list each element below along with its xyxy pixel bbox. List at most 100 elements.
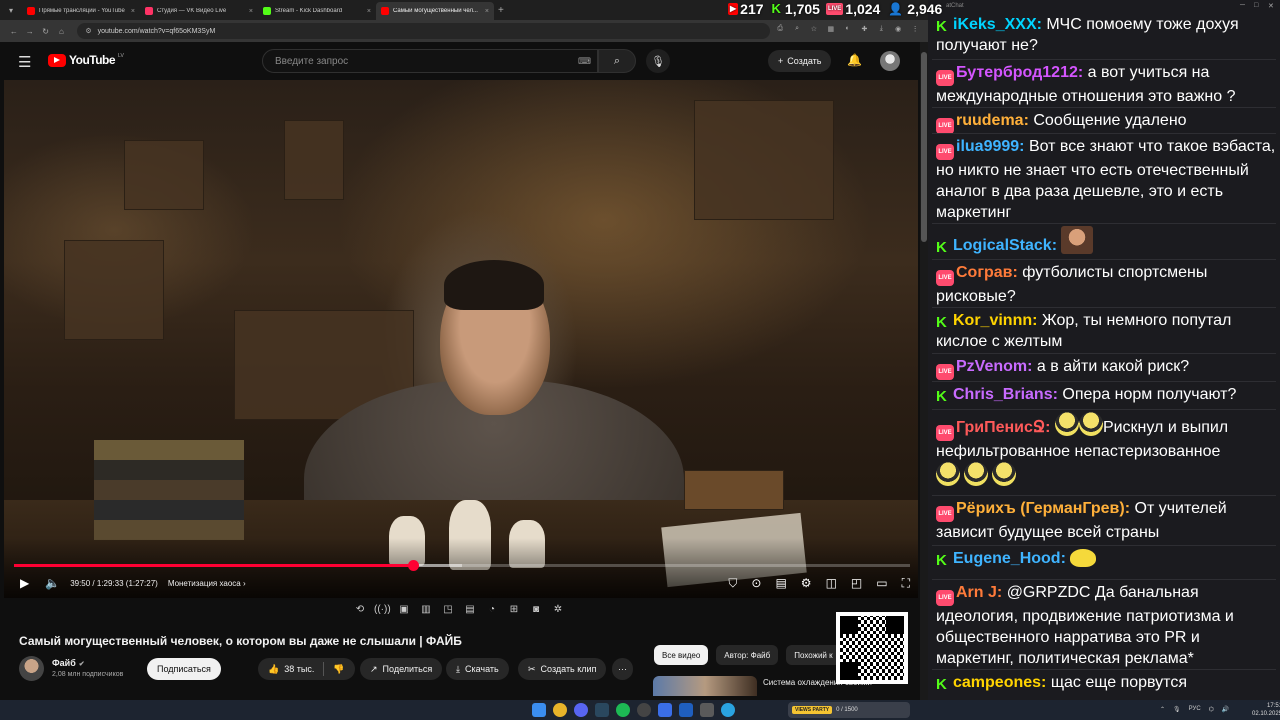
miniplayer-icon[interactable]: ◫ bbox=[826, 576, 837, 590]
tab-close-icon[interactable]: × bbox=[485, 8, 489, 15]
scrollbar-thumb[interactable] bbox=[921, 52, 927, 242]
obs-icon[interactable] bbox=[637, 703, 651, 717]
browser-tab-kick-dashboard[interactable]: Stream - Kick Dashboard × bbox=[258, 2, 376, 20]
settings-gear-icon[interactable]: ⚙ bbox=[801, 576, 812, 590]
video-player[interactable]: ▶ 🔈 39:50 / 1:29:33 (1:27:27) Монетизаци… bbox=[4, 80, 918, 598]
hamburger-menu-icon[interactable]: ☰ bbox=[18, 53, 31, 71]
back-icon[interactable]: ← bbox=[6, 27, 22, 36]
play-icon[interactable]: ▶ bbox=[20, 576, 29, 590]
channel-avatar[interactable] bbox=[19, 656, 44, 681]
youtube-logo[interactable]: YouTube LV bbox=[48, 53, 124, 67]
voice-search-button[interactable]: 🎙 bbox=[646, 49, 670, 73]
extension-icon[interactable]: ◐ bbox=[841, 25, 855, 37]
camera-icon[interactable]: ◙ bbox=[528, 604, 544, 618]
explorer-icon[interactable] bbox=[700, 703, 714, 717]
reload-icon[interactable]: ↻ bbox=[38, 27, 54, 36]
network-icon[interactable]: ⌬ bbox=[1209, 706, 1214, 713]
create-clip-button[interactable]: ✂ Создать клип bbox=[518, 658, 607, 680]
thumbs-up-icon[interactable]: 👍 bbox=[268, 664, 279, 675]
views-party-widget[interactable]: VIEWS PARTY 0 / 1500 bbox=[788, 702, 910, 718]
mic-tray-icon[interactable]: 🎙 bbox=[1173, 706, 1181, 713]
chat-username[interactable]: ruudema bbox=[956, 112, 1024, 129]
home-icon[interactable]: ⌂ bbox=[53, 27, 69, 36]
create-button[interactable]: + Создать bbox=[768, 50, 832, 72]
account-avatar[interactable] bbox=[880, 51, 900, 71]
subscribe-button[interactable]: Подписаться bbox=[147, 658, 221, 680]
maximize-icon[interactable]: □ bbox=[1254, 2, 1258, 9]
loop-icon[interactable]: ⟲ bbox=[352, 604, 368, 618]
recommended-video-thumbnail[interactable] bbox=[653, 676, 757, 696]
new-tab-button[interactable]: + bbox=[498, 5, 504, 16]
chat-username[interactable]: ilua9999 bbox=[956, 138, 1019, 155]
address-bar[interactable]: ⚙ youtube.com/watch?v=qf65oKM3SyM bbox=[77, 23, 771, 39]
channel-name[interactable]: Файб ✔ bbox=[52, 658, 85, 668]
browser-tab-youtube-live[interactable]: Прямые трансляции - YouTube × bbox=[22, 2, 140, 20]
pip-icon[interactable]: ◳ bbox=[440, 604, 456, 618]
tab-close-icon[interactable]: × bbox=[249, 8, 253, 15]
search-button[interactable]: ⌕ bbox=[598, 49, 636, 73]
chat-username[interactable]: Рёрихъ (ГерманГрев) bbox=[956, 500, 1125, 517]
sponsor-shield-icon[interactable]: ⛉ bbox=[728, 576, 737, 591]
chat-username[interactable]: LogicalStack bbox=[953, 237, 1052, 254]
speed-icon[interactable]: ◔ bbox=[484, 604, 500, 618]
chat-username[interactable]: Kor_vinnn bbox=[953, 312, 1032, 329]
taskbar-clock[interactable]: 17:51 02.10.2025 bbox=[1252, 702, 1280, 718]
share-button[interactable]: ↗ Поделиться bbox=[360, 658, 443, 680]
download-icon[interactable]: ⤓ bbox=[874, 25, 888, 37]
speaker-icon[interactable]: 🔊 bbox=[1222, 706, 1229, 713]
puzzle-icon[interactable]: ✚ bbox=[858, 25, 872, 37]
audio-icon[interactable]: ((·)) bbox=[374, 604, 391, 618]
steam-icon[interactable] bbox=[595, 703, 609, 717]
page-scrollbar[interactable] bbox=[920, 42, 928, 700]
tab-close-icon[interactable]: × bbox=[131, 8, 135, 15]
chat-username[interactable]: iKeks_XXX bbox=[953, 16, 1037, 33]
chat-username[interactable]: Arn J bbox=[956, 584, 997, 601]
app-icon[interactable] bbox=[658, 703, 672, 717]
chapter-title[interactable]: Монетизация хаоса › bbox=[168, 579, 246, 588]
notifications-bell-icon[interactable]: 🔔 bbox=[847, 53, 862, 67]
language-indicator[interactable]: РУС bbox=[1189, 706, 1201, 713]
bookmark-star-icon[interactable]: ☆ bbox=[807, 25, 821, 37]
zoom-icon[interactable]: ⌕ bbox=[790, 25, 804, 37]
theater-mode-icon[interactable]: ▭ bbox=[876, 576, 887, 590]
like-count[interactable]: 38 тыс. bbox=[284, 664, 314, 674]
chat-username[interactable]: Сограв bbox=[956, 264, 1013, 281]
forward-icon[interactable]: → bbox=[22, 27, 38, 36]
extension-icon[interactable]: ▦ bbox=[824, 25, 838, 37]
more-actions-button[interactable]: ··· bbox=[612, 658, 633, 680]
spotify-icon[interactable] bbox=[616, 703, 630, 717]
keyboard-icon[interactable]: ⌨ bbox=[578, 56, 591, 67]
autoplay-toggle-icon[interactable]: ⊙ bbox=[751, 576, 761, 590]
thumbs-down-icon[interactable]: 👎 bbox=[333, 664, 344, 675]
chrome-icon[interactable] bbox=[553, 703, 567, 717]
browser-tab-current-video[interactable]: Самый могущественный чел... × bbox=[376, 2, 494, 20]
tab-search-icon[interactable]: ▾ bbox=[0, 0, 22, 20]
subtitles-icon[interactable]: ▤ bbox=[775, 576, 786, 590]
caption-icon[interactable]: ▤ bbox=[462, 604, 478, 618]
site-info-icon[interactable]: ⚙ bbox=[85, 27, 91, 35]
volume-icon[interactable]: 🔈 bbox=[45, 576, 60, 590]
chat-username[interactable]: Chris_Brians bbox=[953, 386, 1053, 403]
app-icon[interactable] bbox=[679, 703, 693, 717]
chevron-up-icon[interactable]: ⌃ bbox=[1160, 706, 1165, 713]
minimize-icon[interactable]: ─ bbox=[1240, 2, 1245, 9]
chat-username[interactable]: Бутерброд1212 bbox=[956, 64, 1078, 81]
profile-icon[interactable]: ◉ bbox=[891, 25, 905, 37]
menu-dots-icon[interactable]: ⋮ bbox=[908, 25, 922, 37]
screenshot-icon[interactable]: ▣ bbox=[396, 604, 412, 618]
install-icon[interactable]: ⎙ bbox=[773, 25, 787, 37]
download-button[interactable]: ⤓ Скачать bbox=[446, 658, 509, 680]
chat-username[interactable]: Eugene_Hood bbox=[953, 550, 1061, 567]
tab-close-icon[interactable]: × bbox=[367, 8, 371, 15]
fullscreen-icon[interactable]: ⛶ bbox=[902, 576, 910, 591]
chip-all-videos[interactable]: Все видео bbox=[654, 645, 709, 665]
discord-icon[interactable] bbox=[574, 703, 588, 717]
add-icon[interactable]: ⊞ bbox=[506, 604, 522, 618]
chip-similar[interactable]: Похожий к bbox=[786, 645, 841, 665]
start-windows-icon[interactable] bbox=[532, 703, 546, 717]
scrubber-knob[interactable] bbox=[407, 560, 419, 571]
chat-username[interactable]: PzVenom bbox=[956, 358, 1027, 375]
cast-icon[interactable]: ◰ bbox=[851, 576, 862, 590]
clapper-icon[interactable]: ▥ bbox=[418, 604, 434, 618]
chat-username[interactable]: campeones bbox=[953, 674, 1041, 691]
